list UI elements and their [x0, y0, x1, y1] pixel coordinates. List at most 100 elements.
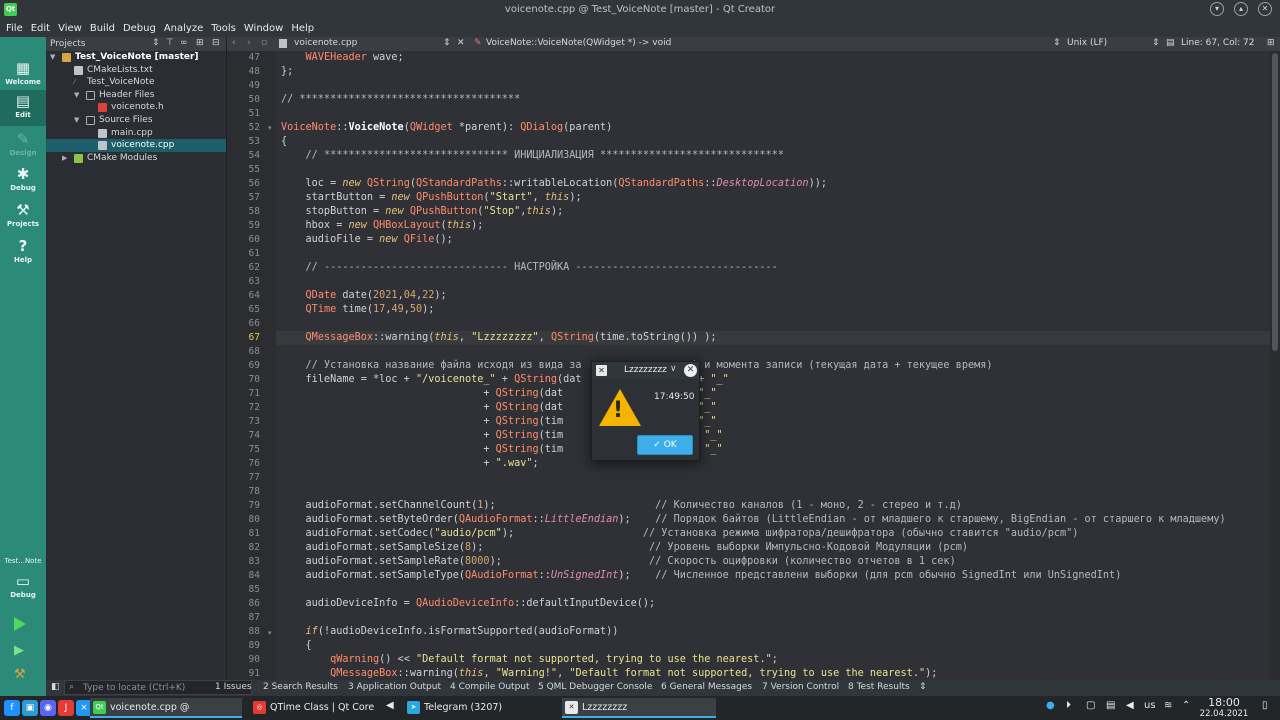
task-dialog[interactable]: ✕ Lzzzzzzzz: [562, 698, 716, 718]
kit-selector[interactable]: ▭ Debug: [0, 570, 46, 606]
close-document-icon[interactable]: ✕: [457, 38, 465, 48]
mode-edit[interactable]: ▤ Edit: [0, 90, 46, 126]
code-editor[interactable]: WAVEHeader wave; }; // *****************…: [276, 51, 1270, 680]
tree-item-voicenote-cpp[interactable]: voicenote.cpp: [46, 139, 226, 152]
tree-item-cmake-modules[interactable]: ▶ CMake Modules: [46, 152, 226, 165]
mode-projects[interactable]: ⚒ Projects: [0, 199, 46, 235]
line-number[interactable]: 64: [220, 289, 260, 303]
line-number[interactable]: 56: [220, 177, 260, 191]
link-icon[interactable]: ∞: [180, 38, 188, 48]
line-number[interactable]: 66: [220, 317, 260, 331]
run-icon[interactable]: [14, 617, 26, 631]
task-browser[interactable]: ◎ QTime Class | Qt Core 5....: [250, 698, 385, 718]
line-number[interactable]: 83: [220, 555, 260, 569]
menu-build[interactable]: Build: [90, 23, 115, 34]
line-number[interactable]: 90: [220, 653, 260, 667]
line-number[interactable]: 52: [220, 121, 260, 135]
expand-tray-icon[interactable]: ⌃: [1182, 700, 1190, 711]
fold-arrow-icon[interactable]: ▾: [268, 121, 272, 135]
clock[interactable]: 18:00 22.04.2021: [1196, 697, 1252, 720]
menu-help[interactable]: Help: [291, 23, 314, 34]
line-number[interactable]: 59: [220, 219, 260, 233]
line-number[interactable]: 57: [220, 191, 260, 205]
line-number[interactable]: 73: [220, 415, 260, 429]
line-number[interactable]: 84: [220, 569, 260, 583]
line-number[interactable]: 51: [220, 107, 260, 121]
line-number[interactable]: 61: [220, 247, 260, 261]
tab-version-control[interactable]: 7 Version Control: [762, 682, 839, 692]
notes-icon[interactable]: ▤: [1106, 700, 1115, 711]
mode-debug[interactable]: ✱ Debug: [0, 163, 46, 199]
symbol-dropdown-icon[interactable]: ⇕: [1053, 38, 1061, 48]
line-number[interactable]: 80: [220, 513, 260, 527]
line-number[interactable]: 82: [220, 541, 260, 555]
task-telegram[interactable]: ➤ Telegram (3207): [404, 698, 554, 718]
menu-view[interactable]: View: [58, 23, 82, 34]
line-number[interactable]: 69: [220, 359, 260, 373]
line-number[interactable]: 49: [220, 79, 260, 93]
collapse-arrow-icon[interactable]: ▼: [50, 51, 55, 64]
line-number[interactable]: 86: [220, 597, 260, 611]
line-number[interactable]: 63: [220, 275, 260, 289]
line-number[interactable]: 47: [220, 51, 260, 65]
line-endings[interactable]: Unix (LF): [1067, 38, 1107, 48]
collapse-arrow-icon[interactable]: ▼: [74, 114, 79, 127]
tab-search-results[interactable]: 2 Search Results: [263, 682, 338, 692]
line-number[interactable]: 89: [220, 639, 260, 653]
line-number[interactable]: 81: [220, 527, 260, 541]
line-number[interactable]: 60: [220, 233, 260, 247]
menu-file[interactable]: File: [6, 23, 23, 34]
tree-item-cmakelists[interactable]: CMakeLists.txt: [46, 64, 226, 77]
collapse-arrow-icon[interactable]: ▼: [74, 89, 79, 102]
line-number[interactable]: 55: [220, 163, 260, 177]
task-qt-creator[interactable]: Qt voicenote.cpp @ Test_Voice...: [90, 698, 242, 718]
line-number[interactable]: 72: [220, 401, 260, 415]
cursor-position[interactable]: Line: 67, Col: 72: [1181, 38, 1254, 48]
filter-icon[interactable]: ⊤: [166, 38, 174, 48]
line-number[interactable]: 71: [220, 387, 260, 401]
menu-analyze[interactable]: Analyze: [164, 23, 203, 34]
line-number[interactable]: 74: [220, 429, 260, 443]
projects-dropdown-icon[interactable]: ⇕: [152, 38, 160, 48]
tree-item-main-cpp[interactable]: main.cpp: [46, 127, 226, 140]
build-hammer-icon[interactable]: ⚒: [14, 667, 26, 682]
menu-window[interactable]: Window: [244, 23, 283, 34]
ok-button[interactable]: ✓ OK: [637, 435, 693, 455]
tab-general-messages[interactable]: 6 General Messages: [661, 682, 752, 692]
symbol-selector[interactable]: VoiceNote::VoiceNote(QWidget *) -> void: [486, 38, 671, 48]
line-number[interactable]: 58: [220, 205, 260, 219]
line-number[interactable]: 50: [220, 93, 260, 107]
mode-design[interactable]: ✎ Design: [0, 128, 46, 164]
tree-item-voicenote-h[interactable]: voicenote.h: [46, 101, 226, 114]
line-number[interactable]: 77: [220, 471, 260, 485]
maximize-icon[interactable]: ▴: [1234, 2, 1248, 16]
chevron-down-icon[interactable]: ∨: [670, 364, 677, 374]
file-manager-icon[interactable]: ▣: [22, 700, 38, 716]
line-number[interactable]: 48: [220, 65, 260, 79]
tab-qml-debugger-console[interactable]: 5 QML Debugger Console: [538, 682, 652, 692]
expand-arrow-icon[interactable]: ▶: [62, 152, 67, 165]
editor-scrollbar[interactable]: [1270, 51, 1280, 680]
tab-application-output[interactable]: 3 Application Output: [348, 682, 441, 692]
toggle-sidebar-icon[interactable]: ◧: [51, 682, 60, 692]
line-number[interactable]: 67: [220, 331, 260, 345]
speaker-icon[interactable]: ◀: [386, 700, 394, 711]
scrollbar-thumb[interactable]: [1272, 53, 1278, 351]
show-desktop-icon[interactable]: ▯: [1262, 700, 1268, 711]
menu-debug[interactable]: Debug: [123, 23, 156, 34]
close-icon[interactable]: ✕: [1258, 2, 1272, 16]
document-dropdown-icon[interactable]: ⇕: [443, 38, 451, 48]
mode-welcome[interactable]: ▦ Welcome: [0, 57, 46, 93]
line-number[interactable]: 87: [220, 611, 260, 625]
clipboard-icon[interactable]: ▢: [1086, 700, 1095, 711]
tree-item-header-files[interactable]: ▼ Header Files: [46, 89, 226, 102]
discord-icon[interactable]: ◉: [40, 700, 56, 716]
line-number[interactable]: 88: [220, 625, 260, 639]
line-endings-dropdown-icon[interactable]: ⇕: [1152, 38, 1160, 48]
close-icon[interactable]: ✕: [684, 364, 697, 377]
line-number[interactable]: 62: [220, 261, 260, 275]
close-pane-icon[interactable]: ⊟: [212, 38, 220, 48]
tab-test-results[interactable]: 8 Test Results: [848, 682, 910, 692]
menu-edit[interactable]: Edit: [31, 23, 50, 34]
line-number[interactable]: 54: [220, 149, 260, 163]
